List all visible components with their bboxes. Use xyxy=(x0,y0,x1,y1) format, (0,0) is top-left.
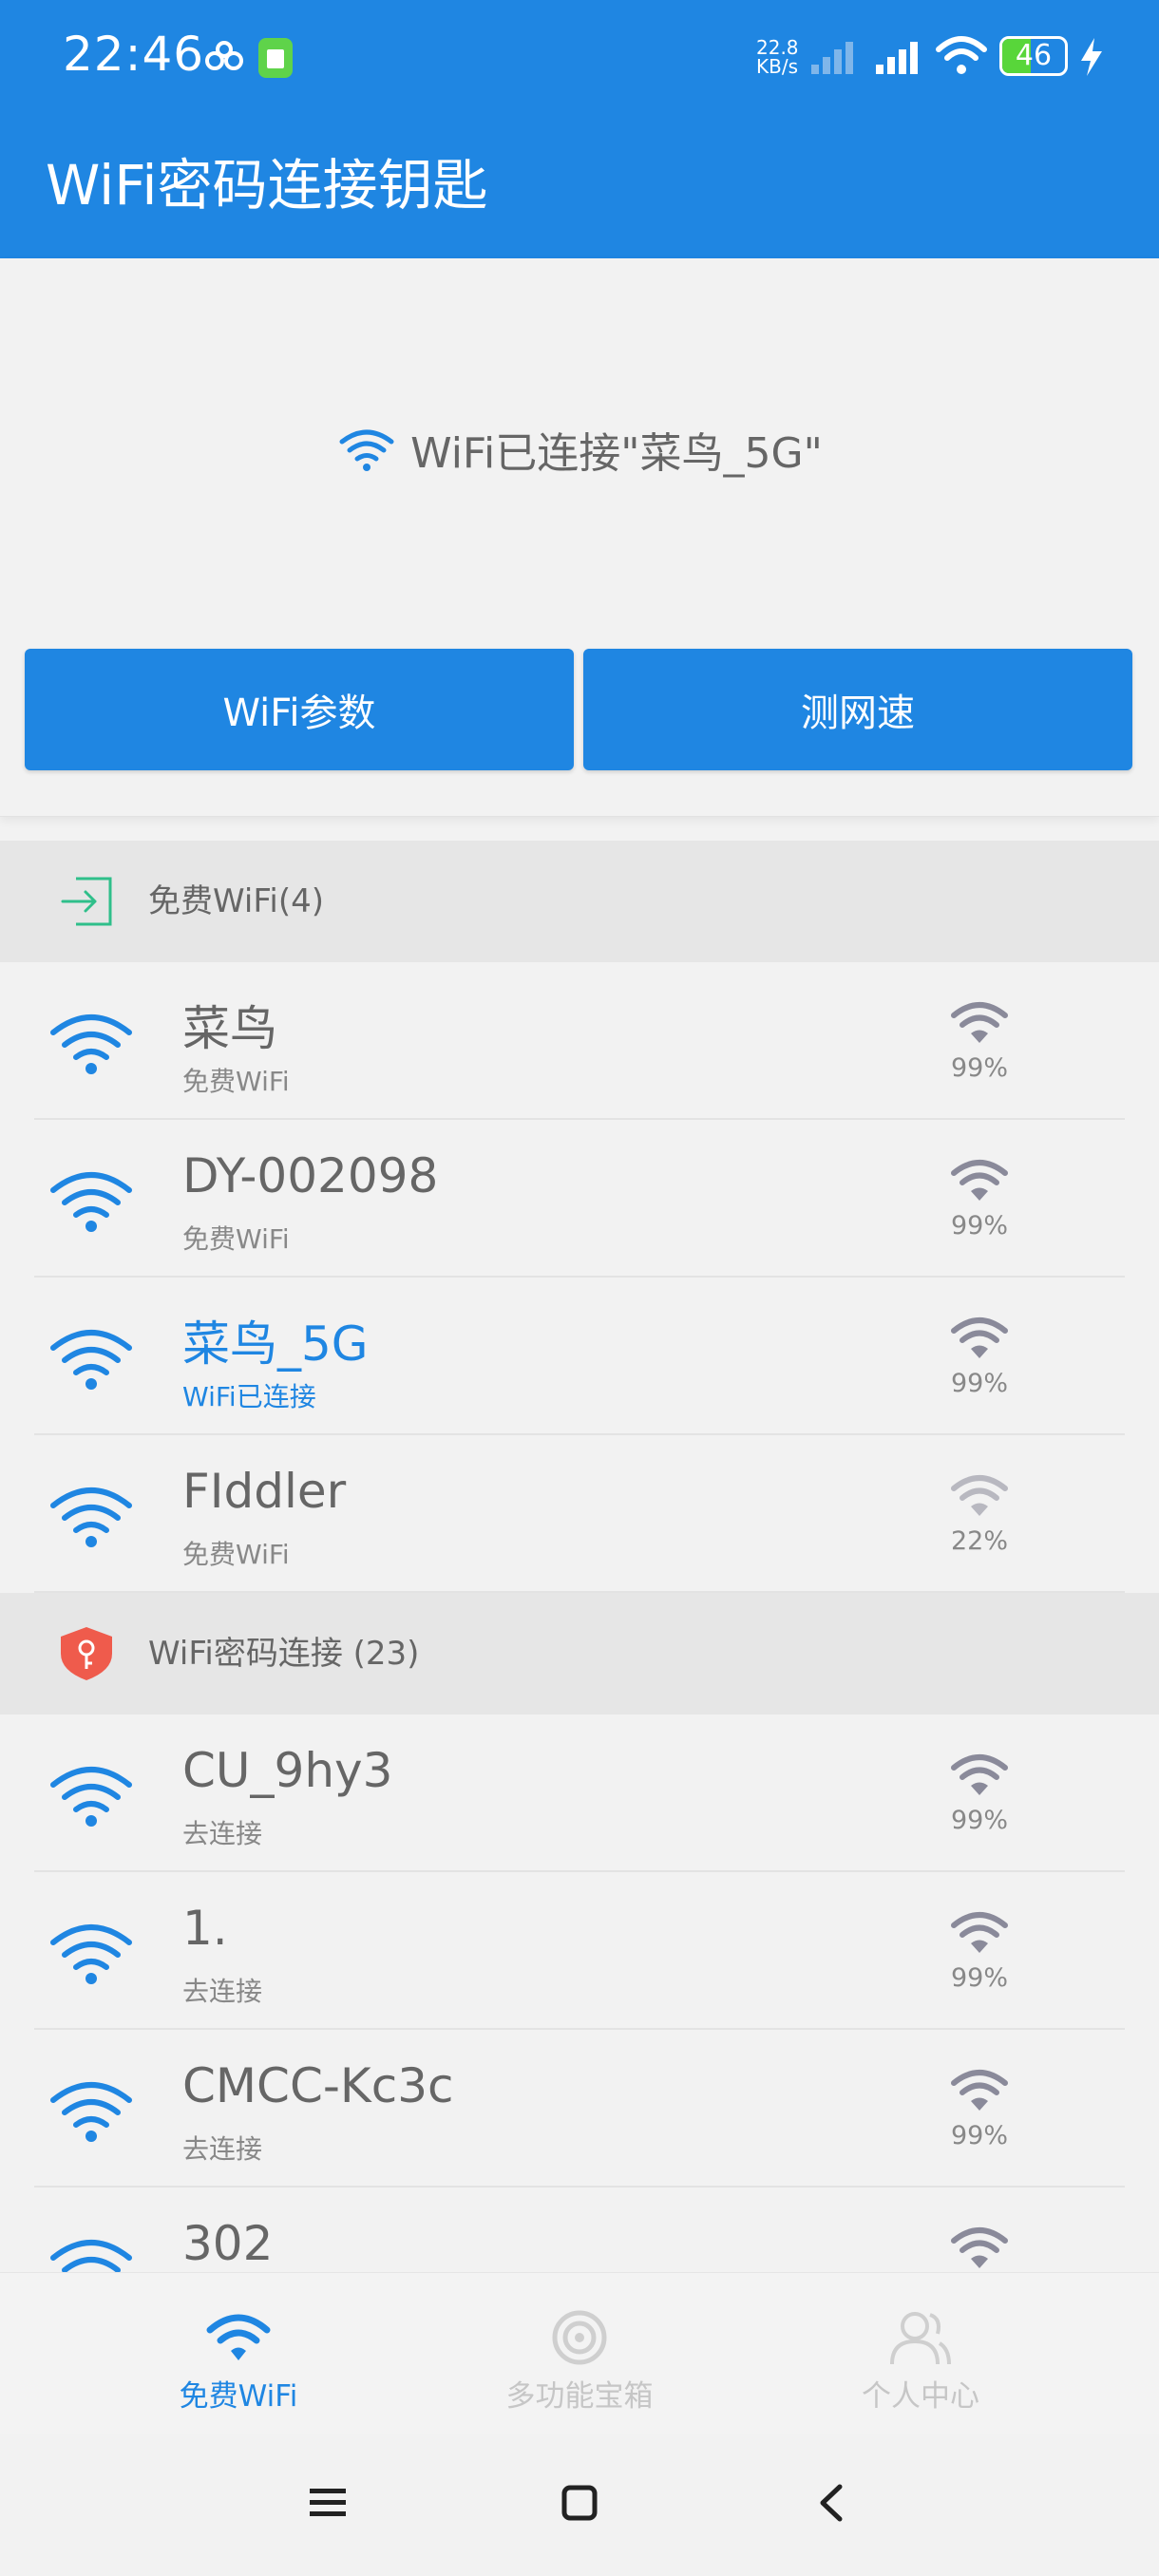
connection-status-text: WiFi已连接"菜鸟_5G" xyxy=(410,429,823,478)
password-wifi-title: WiFi密码连接 (23) xyxy=(148,1635,420,1673)
signal-percent: 99% xyxy=(950,1806,1008,1835)
wifi-list-item[interactable]: FIddler 免费WiFi 22% xyxy=(0,1435,1159,1593)
signal-sim1-icon xyxy=(811,42,853,74)
wifi-list-item[interactable]: 1. 去连接 99% xyxy=(0,1872,1159,2030)
tab-free-wifi[interactable]: 免费WiFi xyxy=(46,2273,431,2434)
connection-panel: WiFi已连接"菜鸟_5G" WiFi参数 测网速 xyxy=(0,258,1159,817)
bottom-nav: 免费WiFi 多功能宝箱 个人中心 xyxy=(0,2272,1159,2434)
password-wifi-list: CU_9hy3 去连接 99% 1. 去连接 99% CMCC-Kc3c 去连接 99% 302 xyxy=(0,1714,1159,2345)
system-nav-bar xyxy=(0,2434,1159,2576)
wifi-params-button[interactable]: WiFi参数 xyxy=(25,649,574,770)
wifi-ssid: CMCC-Kc3c xyxy=(182,2058,454,2113)
wifi-ssid: 菜鸟_5G xyxy=(182,1316,369,1372)
users-icon xyxy=(890,2312,951,2365)
signal-sim2-icon xyxy=(876,42,918,74)
signal-strength-icon xyxy=(951,1754,1008,1795)
app-notification-icon xyxy=(258,38,293,78)
signal-strength-icon xyxy=(951,2227,1008,2268)
wifi-list-item[interactable]: 菜鸟_5G WiFi已连接 99% xyxy=(0,1278,1159,1435)
charging-bolt-icon xyxy=(1081,38,1102,76)
signal-percent: 22% xyxy=(950,1526,1008,1556)
status-bar: 22:46 22.8 KB/s 46 xyxy=(0,0,1159,114)
wifi-list-item[interactable]: CU_9hy3 去连接 99% xyxy=(0,1714,1159,1872)
wifi-ssid: CU_9hy3 xyxy=(182,1743,393,1798)
signal-strength-icon xyxy=(951,1912,1008,1953)
signal-strength-icon xyxy=(951,2070,1008,2111)
enter-icon xyxy=(61,877,112,926)
wifi-subtitle: 去连接 xyxy=(182,1976,263,2007)
wifi-ssid: 302 xyxy=(182,2216,274,2271)
tab-toolbox-label: 多功能宝箱 xyxy=(505,2379,654,2414)
net-speed: 22.8 KB/s xyxy=(756,36,799,78)
infinity-icon xyxy=(205,41,243,70)
top-bar: 22:46 22.8 KB/s 46 WiFi密码连接钥匙 xyxy=(0,0,1159,258)
wifi-list-item[interactable]: 菜鸟免费WiFi 99% xyxy=(0,962,1159,1120)
signal-strength-icon xyxy=(951,1317,1008,1358)
wifi-icon xyxy=(50,1014,132,1074)
wifi-icon xyxy=(50,1487,132,1547)
free-wifi-title: 免费WiFi(4) xyxy=(148,882,325,920)
wifi-icon xyxy=(50,1172,132,1232)
status-time: 22:46 xyxy=(63,27,205,82)
app-title: WiFi密码连接钥匙 xyxy=(46,153,488,218)
tab-profile-label: 个人中心 xyxy=(862,2379,979,2414)
menu-icon[interactable] xyxy=(304,2479,352,2527)
free-wifi-list: 菜鸟免费WiFi 99% DY-002098 免费WiFi 99% 菜鸟_5G WiFi已连… xyxy=(0,962,1159,1593)
signal-percent: 99% xyxy=(950,2121,1008,2150)
signal-percent: 99% xyxy=(950,1053,1008,1083)
battery-icon: 46 xyxy=(999,36,1068,76)
wifi-icon xyxy=(50,2082,132,2142)
signal-percent: 99% xyxy=(950,1963,1008,1993)
tab-toolbox[interactable]: 多功能宝箱 xyxy=(387,2273,772,2434)
home-icon[interactable] xyxy=(556,2479,603,2527)
wifi-subtitle: 免费WiFi xyxy=(182,1066,290,1097)
wifi-ssid: DY-002098 xyxy=(182,1148,439,1203)
wifi-icon xyxy=(50,1330,132,1390)
radar-icon xyxy=(552,2310,607,2365)
signal-percent: 99% xyxy=(950,1211,1008,1241)
wifi-list-item[interactable]: CMCC-Kc3c 去连接 99% xyxy=(0,2030,1159,2188)
wifi-icon xyxy=(50,1924,132,1984)
back-icon[interactable] xyxy=(809,2479,857,2527)
wifi-subtitle: WiFi已连接 xyxy=(182,1381,316,1412)
tab-profile[interactable]: 个人中心 xyxy=(728,2273,1113,2434)
wifi-ssid: 1. xyxy=(182,1901,228,1956)
signal-strength-icon xyxy=(951,1002,1008,1043)
connection-status: WiFi已连接"菜鸟_5G" xyxy=(0,415,1159,483)
signal-percent: 99% xyxy=(950,1369,1008,1398)
wifi-icon xyxy=(50,1767,132,1827)
wifi-subtitle: 免费WiFi xyxy=(182,1223,290,1255)
shield-key-icon xyxy=(61,1627,112,1680)
wifi-subtitle: 去连接 xyxy=(182,1818,263,1849)
wifi-connected-icon xyxy=(339,429,394,471)
signal-strength-icon xyxy=(951,1475,1008,1516)
wifi-icon xyxy=(206,2314,271,2360)
signal-strength-icon xyxy=(951,1160,1008,1201)
battery-level: 46 xyxy=(1015,39,1053,72)
speed-test-button[interactable]: 测网速 xyxy=(583,649,1132,770)
app-root: 22:46 22.8 KB/s 46 WiFi密码连接钥匙 WiFi已连接"菜鸟… xyxy=(0,0,1159,2576)
free-wifi-header: 免费WiFi(4) xyxy=(0,841,1159,962)
tab-free-wifi-label: 免费WiFi xyxy=(179,2379,298,2414)
wifi-ssid: 菜鸟 xyxy=(182,1001,277,1056)
wifi-subtitle: 免费WiFi xyxy=(182,1539,290,1570)
wifi-ssid: FIddler xyxy=(182,1464,347,1519)
password-wifi-header: WiFi密码连接 (23) xyxy=(0,1593,1159,1714)
wifi-list-item[interactable]: DY-002098 免费WiFi 99% xyxy=(0,1120,1159,1278)
wifi-subtitle: 去连接 xyxy=(182,2133,263,2165)
wifi-status-icon xyxy=(936,36,987,74)
